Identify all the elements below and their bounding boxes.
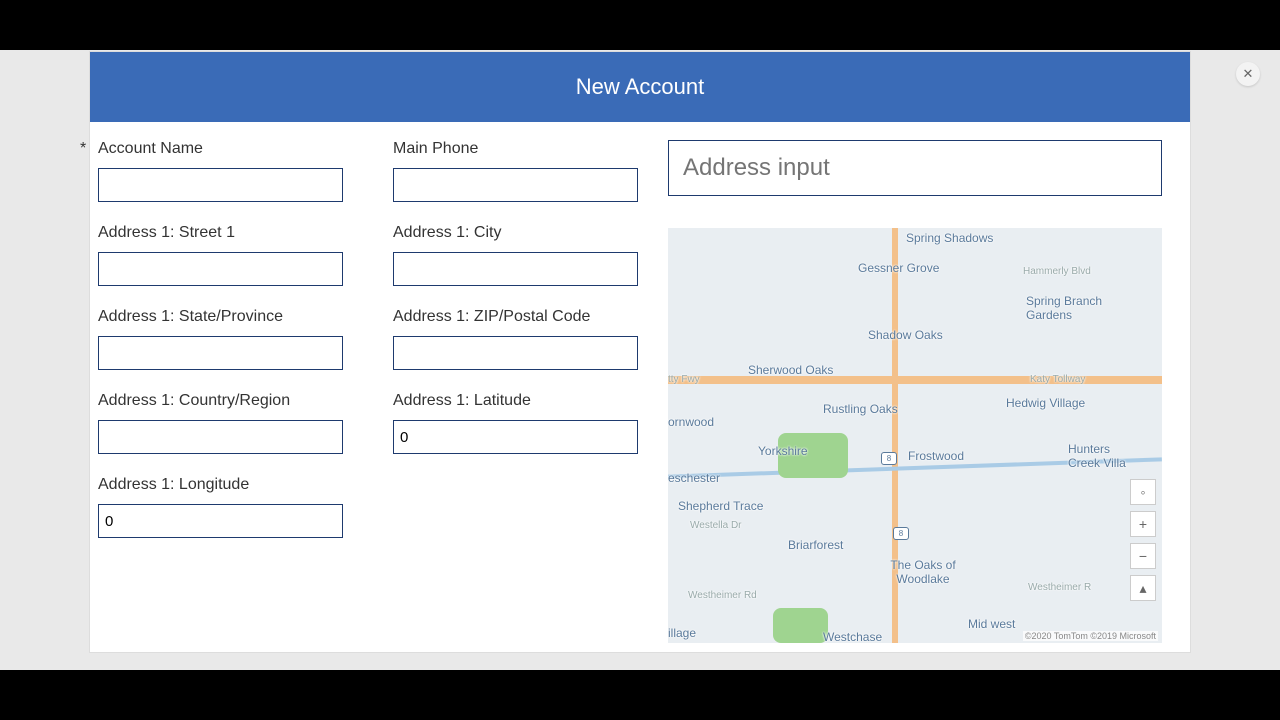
- field-latitude: Address 1: Latitude: [393, 392, 638, 454]
- map-label: ornwood: [668, 415, 714, 429]
- close-button[interactable]: ✕: [1236, 62, 1260, 86]
- label-longitude: Address 1: Longitude: [98, 476, 343, 494]
- map-label: Rustling Oaks: [823, 402, 898, 416]
- field-longitude: Address 1: Longitude: [98, 476, 343, 538]
- map-attribution: ©2020 TomTom ©2019 Microsoft: [1023, 631, 1158, 641]
- dialog-header: New Account: [90, 52, 1190, 122]
- field-account-name: * Account Name: [98, 140, 343, 202]
- map-label: Westchase: [823, 630, 882, 643]
- field-state: Address 1: State/Province: [98, 308, 343, 370]
- map-road-label: Westheimer Rd: [688, 590, 757, 601]
- input-city[interactable]: [393, 252, 638, 286]
- map-tilt-button[interactable]: ▴: [1130, 575, 1156, 601]
- label-main-phone: Main Phone: [393, 140, 638, 158]
- dialog-title: New Account: [576, 74, 704, 100]
- map-label: Spring Branch Gardens: [1026, 294, 1116, 322]
- map-road-label: Westheimer R: [1028, 582, 1091, 593]
- label-zip: Address 1: ZIP/Postal Code: [393, 308, 638, 326]
- map-road-label: Katy Tollway: [1030, 374, 1085, 385]
- letterbox-top: [0, 0, 1280, 50]
- locate-icon: ◦: [1141, 484, 1146, 500]
- map-label: Yorkshire: [758, 444, 808, 458]
- map-label: Briarforest: [788, 538, 843, 552]
- map-road-katy: [668, 376, 1162, 384]
- map-park-2: [773, 608, 828, 643]
- label-latitude: Address 1: Latitude: [393, 392, 638, 410]
- input-account-name[interactable]: [98, 168, 343, 202]
- input-country[interactable]: [98, 420, 343, 454]
- map-label: Spring Shadows: [906, 231, 993, 245]
- map-label: Gessner Grove: [858, 261, 939, 275]
- map-label: Mid west: [968, 617, 1015, 631]
- right-pane: Spring Shadows Gessner Grove Spring Bran…: [668, 140, 1162, 643]
- input-longitude[interactable]: [98, 504, 343, 538]
- map-label: Sherwood Oaks: [748, 363, 833, 377]
- map-label: eschester: [668, 471, 720, 485]
- map-label: Shepherd Trace: [678, 499, 763, 513]
- address-search-input[interactable]: [668, 140, 1162, 196]
- input-state[interactable]: [98, 336, 343, 370]
- map-label: Hunters Creek Villa: [1068, 442, 1138, 470]
- map-label: illage: [668, 626, 696, 640]
- new-account-dialog: New Account * Account Name Address 1: St…: [90, 52, 1190, 652]
- close-icon: ✕: [1243, 66, 1254, 82]
- label-account-name: Account Name: [98, 140, 343, 158]
- route-shield-icon: 8: [893, 527, 909, 540]
- field-street1: Address 1: Street 1: [98, 224, 343, 286]
- plus-icon: +: [1139, 516, 1147, 532]
- required-star: *: [80, 140, 86, 158]
- map-label: Shadow Oaks: [868, 328, 943, 342]
- dialog-body: * Account Name Address 1: Street 1 Addre…: [90, 122, 1190, 643]
- input-latitude[interactable]: [393, 420, 638, 454]
- map-zoom-in-button[interactable]: +: [1130, 511, 1156, 537]
- minus-icon: −: [1139, 548, 1147, 564]
- field-city: Address 1: City: [393, 224, 638, 286]
- map-road-label: Westella Dr: [690, 520, 742, 531]
- map-locate-button[interactable]: ◦: [1130, 479, 1156, 505]
- field-country: Address 1: Country/Region: [98, 392, 343, 454]
- input-zip[interactable]: [393, 336, 638, 370]
- map-road-label: tty Fwy: [668, 374, 700, 385]
- label-state: Address 1: State/Province: [98, 308, 343, 326]
- form-col-left: * Account Name Address 1: Street 1 Addre…: [98, 140, 343, 643]
- input-main-phone[interactable]: [393, 168, 638, 202]
- input-street1[interactable]: [98, 252, 343, 286]
- tilt-icon: ▴: [1139, 580, 1146, 597]
- label-country: Address 1: Country/Region: [98, 392, 343, 410]
- label-street1: Address 1: Street 1: [98, 224, 343, 242]
- form-col-right: Main Phone Address 1: City Address 1: ZI…: [393, 140, 638, 643]
- map-road-label: Hammerly Blvd: [1023, 266, 1091, 277]
- map-zoom-out-button[interactable]: −: [1130, 543, 1156, 569]
- letterbox-bottom: [0, 670, 1280, 720]
- map-label: Frostwood: [908, 449, 964, 463]
- field-zip: Address 1: ZIP/Postal Code: [393, 308, 638, 370]
- map-label: Hedwig Village: [1006, 396, 1085, 410]
- route-shield-icon: 8: [881, 452, 897, 465]
- field-main-phone: Main Phone: [393, 140, 638, 202]
- form-columns: * Account Name Address 1: Street 1 Addre…: [98, 140, 638, 643]
- map-canvas[interactable]: Spring Shadows Gessner Grove Spring Bran…: [668, 228, 1162, 643]
- map-label: The Oaks of Woodlake: [883, 558, 963, 586]
- label-city: Address 1: City: [393, 224, 638, 242]
